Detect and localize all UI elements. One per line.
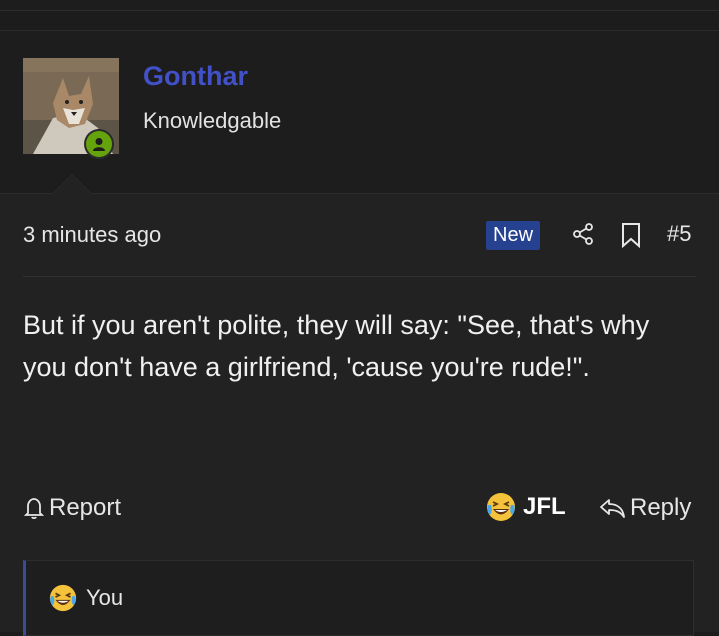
crying-laughing-icon xyxy=(49,584,77,612)
post-timestamp[interactable]: 3 minutes ago xyxy=(23,222,161,248)
reaction-button[interactable]: JFL xyxy=(485,490,566,524)
reply-label: Reply xyxy=(630,494,692,521)
reactions-summary[interactable]: You xyxy=(23,560,694,636)
bookmark-icon[interactable] xyxy=(620,222,642,248)
user-header: Gonthar Knowledgable xyxy=(0,31,719,194)
post-number-link[interactable]: #5 xyxy=(667,221,691,247)
reply-arrow-icon xyxy=(600,499,625,518)
post-container: Gonthar Knowledgable 3 minutes ago New #… xyxy=(0,30,719,636)
reply-button[interactable]: Reply xyxy=(598,492,691,524)
reactions-summary-text: You xyxy=(86,585,124,610)
header-caret xyxy=(52,174,92,194)
share-icon[interactable] xyxy=(571,222,595,246)
report-button[interactable]: Report xyxy=(23,492,121,524)
post-header-divider xyxy=(23,276,696,277)
user-online-icon xyxy=(86,131,112,157)
post-body: 3 minutes ago New #5 But if you aren't p… xyxy=(0,194,719,636)
post-message: But if you aren't polite, they will say:… xyxy=(23,310,650,382)
user-title: Knowledgable xyxy=(143,108,282,133)
reaction-label: JFL xyxy=(523,493,566,520)
new-badge: New xyxy=(486,221,541,250)
username-link[interactable]: Gonthar xyxy=(143,61,248,92)
crying-laughing-icon xyxy=(487,493,515,521)
online-status xyxy=(84,129,114,159)
report-label: Report xyxy=(49,494,122,521)
top-separator xyxy=(0,0,719,11)
bell-icon xyxy=(23,498,45,520)
